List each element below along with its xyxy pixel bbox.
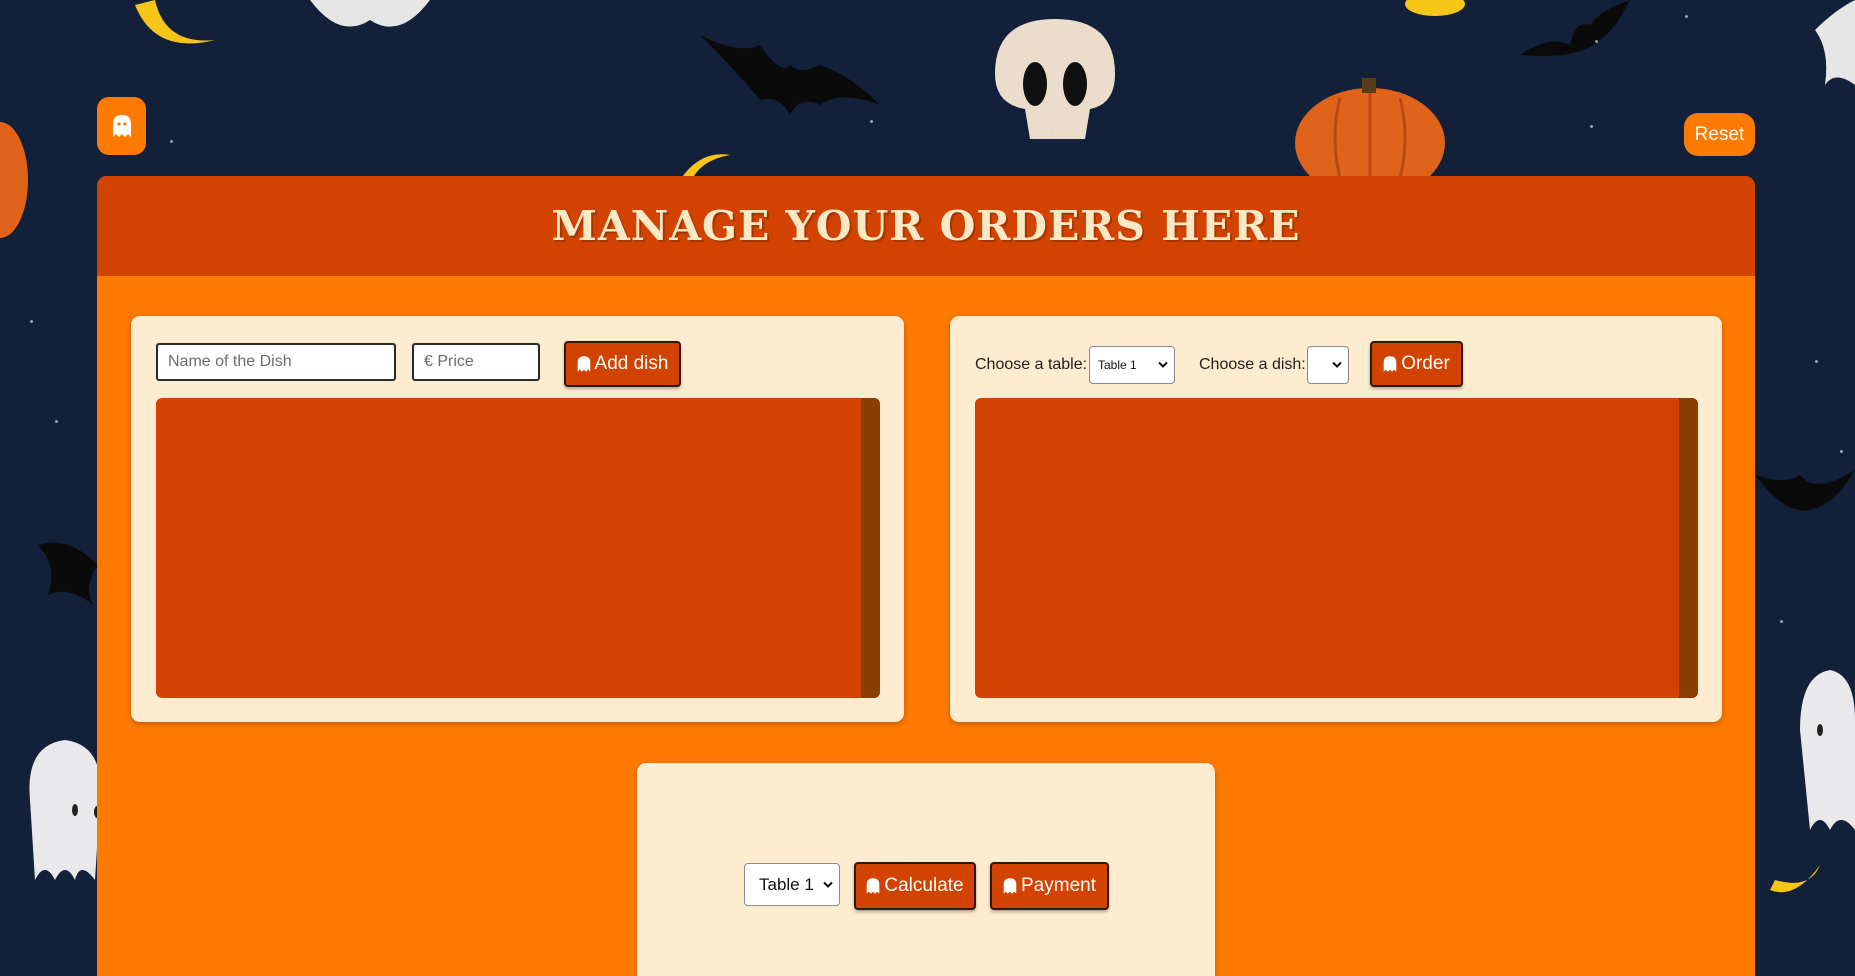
dish-select[interactable] [1307,346,1349,384]
moon-decoration [135,0,215,44]
pumpkin-decoration [0,122,28,238]
orders-card: MANAGE YOUR ORDERS HERE Add dish Choose … [97,176,1755,976]
bat-decoration [700,35,880,115]
bill-table-select[interactable]: Table 1 [744,863,840,906]
orders-panel: Choose a table: Table 1 Choose a dish: O… [950,316,1722,722]
table-select-value: Table 1 [1098,358,1137,372]
bill-panel: Table 1 Calculate Payment [637,763,1215,976]
card-header: MANAGE YOUR ORDERS HERE [97,176,1755,276]
ghost-icon [866,877,880,895]
orders-scrollbar[interactable] [1679,398,1698,698]
ghost-decoration [310,0,430,27]
table-select[interactable]: Table 1 [1089,346,1175,384]
ghost-icon [1383,355,1397,373]
chevron-down-icon [1332,361,1342,368]
add-dish-label: Add dish [594,353,669,374]
bat-decoration [1520,0,1630,56]
order-label: Order [1401,353,1450,374]
bat-decoration [38,542,98,605]
calculate-label: Calculate [884,875,964,896]
dishes-list[interactable] [156,398,880,698]
moon-decoration [1770,865,1820,893]
orders-list[interactable] [975,398,1698,698]
table-select-label: Choose a table: [975,356,1088,373]
ghost-icon [577,355,591,373]
skull-decoration [995,19,1115,139]
chevron-down-icon [823,881,833,888]
price-input[interactable] [412,343,540,381]
pumpkin-decoration [1295,78,1445,178]
page-title: MANAGE YOUR ORDERS HERE [551,202,1301,250]
menu-ghost-button[interactable] [97,97,146,155]
ghost-decoration [29,740,101,880]
dish-name-input[interactable] [156,343,396,381]
ghost-decoration [1800,670,1855,830]
add-dish-button[interactable]: Add dish [564,341,681,387]
ghost-decoration [1815,0,1855,85]
chevron-down-icon [1158,361,1168,368]
calculate-button[interactable]: Calculate [854,862,976,910]
bill-table-select-value: Table 1 [759,874,814,894]
ghost-icon [1003,877,1017,895]
dishes-panel: Add dish [131,316,904,722]
bat-decoration [1755,470,1855,511]
payment-label: Payment [1021,875,1096,896]
reset-button[interactable]: Reset [1684,113,1755,156]
dish-select-label: Choose a dish: [1199,356,1306,373]
ghost-icon [112,115,131,137]
moon-decoration [1405,0,1465,16]
order-button[interactable]: Order [1370,341,1463,387]
payment-button[interactable]: Payment [990,862,1109,910]
dishes-scrollbar[interactable] [861,398,880,698]
